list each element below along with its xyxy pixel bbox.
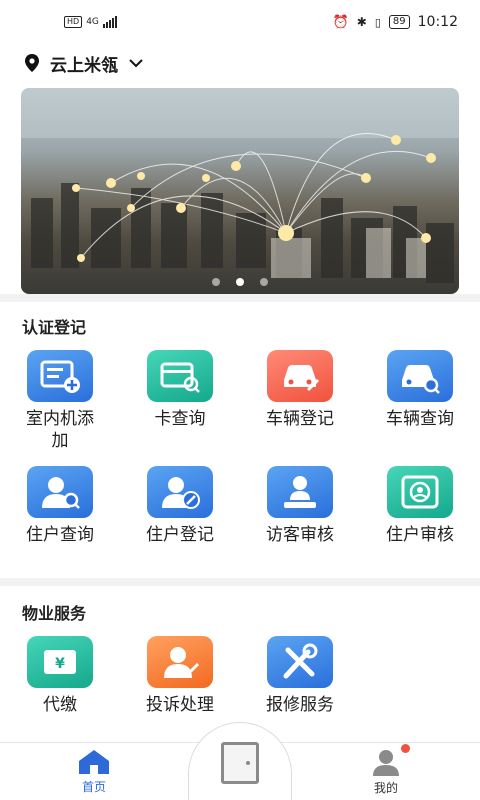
car-register-icon xyxy=(267,350,333,402)
visitor-review-icon xyxy=(267,466,333,518)
repair-tools-icon xyxy=(267,636,333,688)
car-search-icon xyxy=(387,350,453,402)
grid-item-label: 卡查询 xyxy=(154,409,206,429)
complaint-icon xyxy=(147,636,213,688)
grid-item-label: 代缴 xyxy=(43,695,77,715)
network-type: 4G xyxy=(86,17,99,27)
status-right: ⏰ ✱ ▯ 89 10:12 xyxy=(333,14,458,30)
battery-icon: 89 xyxy=(388,15,410,29)
location-pin-icon xyxy=(25,54,39,72)
card-search-icon xyxy=(147,350,213,402)
grid-item-card-search[interactable]: 卡查询 xyxy=(120,350,240,430)
notification-badge xyxy=(401,744,410,753)
hd-badge: HD xyxy=(64,16,83,28)
carousel-indicator[interactable] xyxy=(21,278,459,286)
location-selector[interactable]: 云上米瓴 xyxy=(24,50,144,76)
resident-search-icon xyxy=(27,466,93,518)
grid-item-resident-review[interactable]: 住户审核 xyxy=(360,466,480,546)
section-title-property: 物业服务 xyxy=(22,604,87,623)
door-open-button[interactable] xyxy=(188,722,292,800)
grid-item-label: 车辆查询 xyxy=(386,409,454,429)
resident-review-icon xyxy=(387,466,453,518)
carousel-dot[interactable] xyxy=(212,278,220,286)
grid-item-visitor-review[interactable]: 访客审核 xyxy=(240,466,360,546)
banner-carousel[interactable] xyxy=(21,88,459,294)
status-bar: HD 4G ⏰ ✱ ▯ 89 10:12 xyxy=(0,0,480,44)
alarm-icon: ⏰ xyxy=(332,14,349,30)
grid-item-label: 报修服务 xyxy=(266,695,334,715)
section-divider xyxy=(0,294,480,302)
grid-item-indoor-unit-add[interactable]: 室内机添加 xyxy=(0,350,120,452)
carousel-dot-active[interactable] xyxy=(236,278,244,286)
carousel-dot[interactable] xyxy=(260,278,268,286)
vibrate-icon: ▯ xyxy=(374,15,381,29)
bluetooth-icon: ✱ xyxy=(356,15,367,29)
user-icon xyxy=(373,750,399,776)
payment-icon: ¥ xyxy=(27,636,93,688)
grid-item-label: 投诉处理 xyxy=(146,695,214,715)
city-network-image xyxy=(21,88,459,283)
grid-item-label: 住户登记 xyxy=(146,525,214,545)
chevron-down-icon xyxy=(129,59,143,68)
resident-register-icon xyxy=(147,466,213,518)
grid-item-label: 车辆登记 xyxy=(266,409,334,429)
grid-item-resident-search[interactable]: 住户查询 xyxy=(0,466,120,546)
tab-home-label: 首页 xyxy=(81,780,106,794)
grid-item-car-register[interactable]: 车辆登记 xyxy=(240,350,360,430)
tab-mine[interactable]: 我的 xyxy=(346,743,426,800)
grid-item-payment[interactable]: ¥ 代缴 xyxy=(0,636,120,716)
svg-text:¥: ¥ xyxy=(55,656,65,672)
grid-item-resident-register[interactable]: 住户登记 xyxy=(120,466,240,546)
section-divider xyxy=(0,578,480,586)
signal-icon xyxy=(102,16,117,28)
location-name: 云上米瓴 xyxy=(50,55,118,76)
grid-item-complaint[interactable]: 投诉处理 xyxy=(120,636,240,716)
clock: 10:12 xyxy=(417,14,458,30)
section-title-auth: 认证登记 xyxy=(22,318,87,337)
grid-item-label: 住户查询 xyxy=(26,525,94,545)
grid-item-label: 访客审核 xyxy=(266,525,334,545)
network-status: HD 4G xyxy=(64,16,117,28)
home-icon xyxy=(79,750,109,774)
door-icon xyxy=(221,741,259,784)
intercom-add-icon xyxy=(27,350,93,402)
tab-mine-label: 我的 xyxy=(373,781,398,795)
tab-home[interactable]: 首页 xyxy=(54,743,134,800)
grid-item-label: 室内机添加 xyxy=(26,409,94,451)
grid-item-label: 住户审核 xyxy=(386,525,454,545)
grid-item-car-search[interactable]: 车辆查询 xyxy=(360,350,480,430)
grid-item-repair[interactable]: 报修服务 xyxy=(240,636,360,716)
